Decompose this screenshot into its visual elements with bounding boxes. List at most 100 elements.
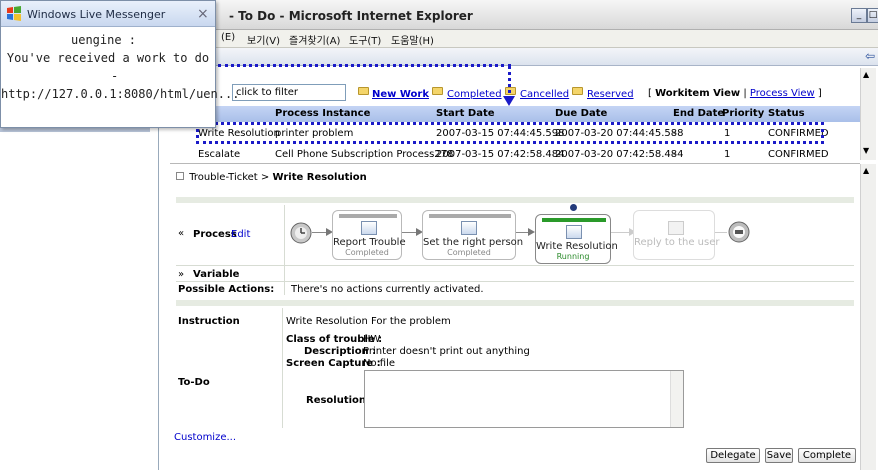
customize-link[interactable]: Customize... [174,432,236,443]
section-divider [176,197,854,203]
activity-reply-user[interactable]: Reply to the user [633,210,720,260]
cancelled-link[interactable]: Cancelled [520,89,569,100]
scroll-up-icon[interactable]: ▲ [863,70,869,79]
collapse-icon[interactable]: » [178,269,184,280]
bracket-open: [ [648,88,652,99]
folder-icon [572,87,583,95]
reserved-link[interactable]: Reserved [587,89,634,100]
row-due: 2007-03-20 07:42:58.484 [555,149,684,160]
activity-set-right-person[interactable]: Set the right person Completed [422,210,524,260]
variable-label[interactable]: Variable [193,269,239,280]
activity-bar [339,214,397,218]
class-of-trouble-value: HW [363,334,381,345]
row-status: CONFIRMED [768,149,829,160]
messenger-message: You've received a work to do [6,51,210,65]
workitem-view-link[interactable]: Workitem View [655,88,740,99]
folder-icon [358,87,369,95]
end-node-icon [728,221,750,243]
task-icon [361,221,377,235]
menu-bar: (E) 보기(V) 즐겨찾기(A) 도구(T) 도움말(H) [159,30,878,48]
menu-favorites[interactable]: 즐겨찾기(A) [289,32,340,47]
instruction-label: Instruction [178,316,240,327]
activity-name: Reply to the user [634,237,720,248]
new-work-link[interactable]: New Work [372,89,429,100]
resolution-textarea[interactable] [364,370,684,428]
column-divider [282,308,283,428]
detail-scrollbar[interactable]: ▲ [860,164,876,470]
menu-edit[interactable]: (E) [221,32,235,43]
expand-icon[interactable]: « [178,228,184,239]
col-due-date[interactable]: Due Date [555,108,607,119]
process-edit-link[interactable]: Edit [231,229,250,240]
minimize-button[interactable]: _ [851,8,867,23]
view-divider: | [743,88,747,99]
task-icon [668,221,684,235]
task-icon [566,225,582,239]
breadcrumb-prefix[interactable]: Trouble-Ticket > [189,172,269,183]
task-icon [461,221,477,235]
breadcrumb: Trouble-Ticket > Write Resolution [176,172,367,183]
col-process-instance[interactable]: Process Instance [275,108,370,119]
annotation-dotted-line [218,64,511,67]
menu-view[interactable]: 보기(V) [247,32,280,47]
activity-name: Set the right person [423,237,524,248]
start-node-icon [290,222,312,244]
messenger-shadow-strip [0,128,150,132]
messenger-title: Windows Live Messenger [27,8,166,21]
activity-write-resolution[interactable]: Write Resolution Running [535,214,618,264]
completed-link[interactable]: Completed [447,89,502,100]
row-priority: 1 [724,149,731,160]
todo-label: To-Do [178,377,210,388]
table-row[interactable]: Escalate Cell Phone Subscription Process… [196,146,862,164]
messenger-dash: - [111,69,119,83]
activity-name: Write Resolution [536,241,618,252]
col-end-date[interactable]: End Date [673,108,724,119]
messenger-header: Windows Live Messenger × [1,1,215,27]
row-start: 2007-03-15 07:42:58.484 [436,149,565,160]
col-priority[interactable]: Priority [722,108,764,119]
messenger-sender: uengine : [71,33,137,47]
worklist-header: Process Instance Start Date Due Date End… [196,106,862,122]
close-icon[interactable]: × [197,6,209,22]
messenger-notification[interactable]: Windows Live Messenger × uengine : You'v… [0,0,239,128]
section-divider [176,300,854,306]
activity-report-trouble[interactable]: Report Trouble Completed [332,210,406,260]
activity-name: Report Trouble [333,237,406,248]
filter-input[interactable] [232,84,346,101]
activity-status: Completed [345,248,389,257]
save-button[interactable]: Save [765,448,793,463]
annotation-arrow-icon [503,96,515,106]
flow-arrow [611,232,631,233]
messenger-url[interactable]: http://127.0.0.1:8080/html/uen... [1,85,239,103]
annotation-highlight-box [196,122,824,144]
row-end: - [673,149,677,160]
screen-capture-value: No file [363,358,396,369]
activity-status: Completed [447,248,491,257]
view-switch: [ Workitem View | Process View ] [648,88,822,99]
activity-bar [429,214,511,218]
worklist-scrollbar[interactable]: ▲ ▼ [860,68,876,160]
flow-arrow [715,232,727,233]
messenger-body: uengine : You've received a work to do -… [1,31,239,103]
resolution-scrollbar[interactable] [670,371,683,427]
col-status[interactable]: Status [768,108,805,119]
col-start-date[interactable]: Start Date [436,108,495,119]
process-view-link[interactable]: Process View [750,88,815,99]
back-arrow-icon[interactable]: ⇦ [865,49,875,63]
row-process: Cell Phone Subscription Process278 [275,149,454,160]
activity-bar-running [542,218,606,222]
column-divider [284,205,285,295]
delegate-button[interactable]: Delegate [706,448,760,463]
menu-tools[interactable]: 도구(T) [349,32,381,47]
page-icon [176,172,184,180]
menu-help[interactable]: 도움말(H) [391,32,434,47]
ie-titlebar: - To Do - Microsoft Internet Explorer _ … [159,0,878,30]
restore-button[interactable]: □ [867,8,878,23]
scroll-up-icon[interactable]: ▲ [863,166,869,175]
window-title: - To Do - Microsoft Internet Explorer [229,9,473,23]
instruction-value: Write Resolution For the problem [286,316,451,327]
row-divider [176,265,854,266]
complete-button[interactable]: Complete [798,448,856,463]
scroll-down-icon[interactable]: ▼ [863,146,869,155]
folder-icon [432,87,443,95]
